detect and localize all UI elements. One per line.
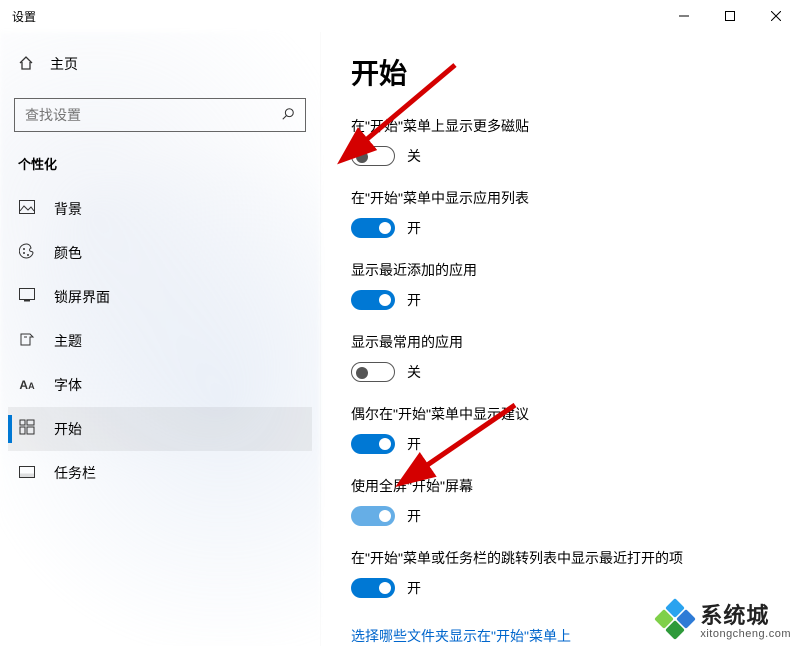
search-box[interactable] <box>14 98 306 132</box>
palette-icon <box>18 243 36 263</box>
toggle-switch[interactable] <box>351 290 395 310</box>
sidebar-item-label: 主题 <box>54 331 82 351</box>
settings-list: 在"开始"菜单上显示更多磁贴关在"开始"菜单中显示应用列表开显示最近添加的应用开… <box>351 116 779 598</box>
setting-label: 偶尔在"开始"菜单中显示建议 <box>351 404 779 424</box>
setting-label: 使用全屏"开始"屏幕 <box>351 476 779 496</box>
setting-item: 使用全屏"开始"屏幕开 <box>351 476 779 526</box>
setting-item: 显示最常用的应用关 <box>351 332 779 382</box>
setting-item: 偶尔在"开始"菜单中显示建议开 <box>351 404 779 454</box>
toggle-row: 开 <box>351 218 779 238</box>
sidebar-item-lockscreen[interactable]: 锁屏界面 <box>8 275 312 319</box>
watermark-logo-icon <box>658 602 692 636</box>
toggle-state-label: 关 <box>407 362 421 382</box>
setting-label: 显示最近添加的应用 <box>351 260 779 280</box>
toggle-switch[interactable] <box>351 434 395 454</box>
toggle-row: 关 <box>351 146 779 166</box>
toggle-knob <box>379 222 391 234</box>
sidebar-item-label: 开始 <box>54 419 82 439</box>
maximize-button[interactable] <box>707 0 753 32</box>
toggle-state-label: 关 <box>407 146 421 166</box>
setting-item: 在"开始"菜单上显示更多磁贴关 <box>351 116 779 166</box>
setting-item: 显示最近添加的应用开 <box>351 260 779 310</box>
toggle-knob <box>356 151 368 163</box>
toggle-knob <box>379 294 391 306</box>
sidebar-item-label: 字体 <box>54 375 82 395</box>
setting-label: 在"开始"菜单或任务栏的跳转列表中显示最近打开的项 <box>351 548 779 568</box>
sidebar-item-label: 锁屏界面 <box>54 287 110 307</box>
lockscreen-icon <box>18 288 36 306</box>
setting-item: 在"开始"菜单或任务栏的跳转列表中显示最近打开的项开 <box>351 548 779 598</box>
sidebar-item-label: 颜色 <box>54 243 82 263</box>
sidebar-nav: 背景 颜色 锁屏界面 主题 AA 字体 <box>8 187 312 495</box>
picture-icon <box>18 200 36 218</box>
toggle-state-label: 开 <box>407 434 421 454</box>
close-icon <box>771 11 781 21</box>
setting-label: 在"开始"菜单上显示更多磁贴 <box>351 116 779 136</box>
window-body: 主页 个性化 背景 颜色 锁屏界面 <box>0 32 799 646</box>
sidebar-item-taskbar[interactable]: 任务栏 <box>8 451 312 495</box>
toggle-switch[interactable] <box>351 578 395 598</box>
toggle-knob <box>379 510 391 522</box>
toggle-state-label: 开 <box>407 578 421 598</box>
maximize-icon <box>725 11 735 21</box>
setting-item: 在"开始"菜单中显示应用列表开 <box>351 188 779 238</box>
font-icon: AA <box>18 378 36 392</box>
toggle-knob <box>379 438 391 450</box>
toggle-state-label: 开 <box>407 506 421 526</box>
toggle-switch[interactable] <box>351 362 395 382</box>
theme-icon <box>18 331 36 351</box>
start-icon <box>18 419 36 439</box>
setting-label: 在"开始"菜单中显示应用列表 <box>351 188 779 208</box>
sidebar-item-colors[interactable]: 颜色 <box>8 231 312 275</box>
search-icon <box>281 107 295 124</box>
toggle-state-label: 开 <box>407 218 421 238</box>
watermark-url: xitongcheng.com <box>700 628 791 640</box>
home-label: 主页 <box>50 54 78 74</box>
watermark-text: 系统城 <box>700 598 791 630</box>
titlebar: 设置 <box>0 0 799 32</box>
toggle-row: 开 <box>351 578 779 598</box>
toggle-knob <box>379 582 391 594</box>
sidebar-item-start[interactable]: 开始 <box>8 407 312 451</box>
home-icon <box>18 55 34 74</box>
search-input[interactable] <box>25 107 281 123</box>
window-controls <box>661 0 799 32</box>
toggle-row: 开 <box>351 506 779 526</box>
toggle-switch[interactable] <box>351 146 395 166</box>
setting-label: 显示最常用的应用 <box>351 332 779 352</box>
close-button[interactable] <box>753 0 799 32</box>
page-title: 开始 <box>351 52 779 92</box>
sidebar-item-fonts[interactable]: AA 字体 <box>8 363 312 407</box>
minimize-icon <box>679 11 689 21</box>
taskbar-icon <box>18 465 36 482</box>
toggle-row: 开 <box>351 434 779 454</box>
settings-window: 设置 主页 <box>0 0 799 646</box>
window-title: 设置 <box>12 8 36 25</box>
content-pane: 开始 在"开始"菜单上显示更多磁贴关在"开始"菜单中显示应用列表开显示最近添加的… <box>320 32 799 646</box>
sidebar-item-background[interactable]: 背景 <box>8 187 312 231</box>
sidebar-item-themes[interactable]: 主题 <box>8 319 312 363</box>
toggle-switch[interactable] <box>351 218 395 238</box>
toggle-state-label: 开 <box>407 290 421 310</box>
toggle-row: 关 <box>351 362 779 382</box>
choose-folders-link[interactable]: 选择哪些文件夹显示在"开始"菜单上 <box>351 626 571 646</box>
sidebar-item-label: 任务栏 <box>54 463 96 483</box>
toggle-switch[interactable] <box>351 506 395 526</box>
home-link[interactable]: 主页 <box>8 46 312 82</box>
watermark: 系统城 xitongcheng.com <box>658 598 791 640</box>
sidebar: 主页 个性化 背景 颜色 锁屏界面 <box>0 32 320 646</box>
sidebar-section-title: 个性化 <box>8 150 312 187</box>
toggle-row: 开 <box>351 290 779 310</box>
toggle-knob <box>356 367 368 379</box>
sidebar-item-label: 背景 <box>54 199 82 219</box>
minimize-button[interactable] <box>661 0 707 32</box>
